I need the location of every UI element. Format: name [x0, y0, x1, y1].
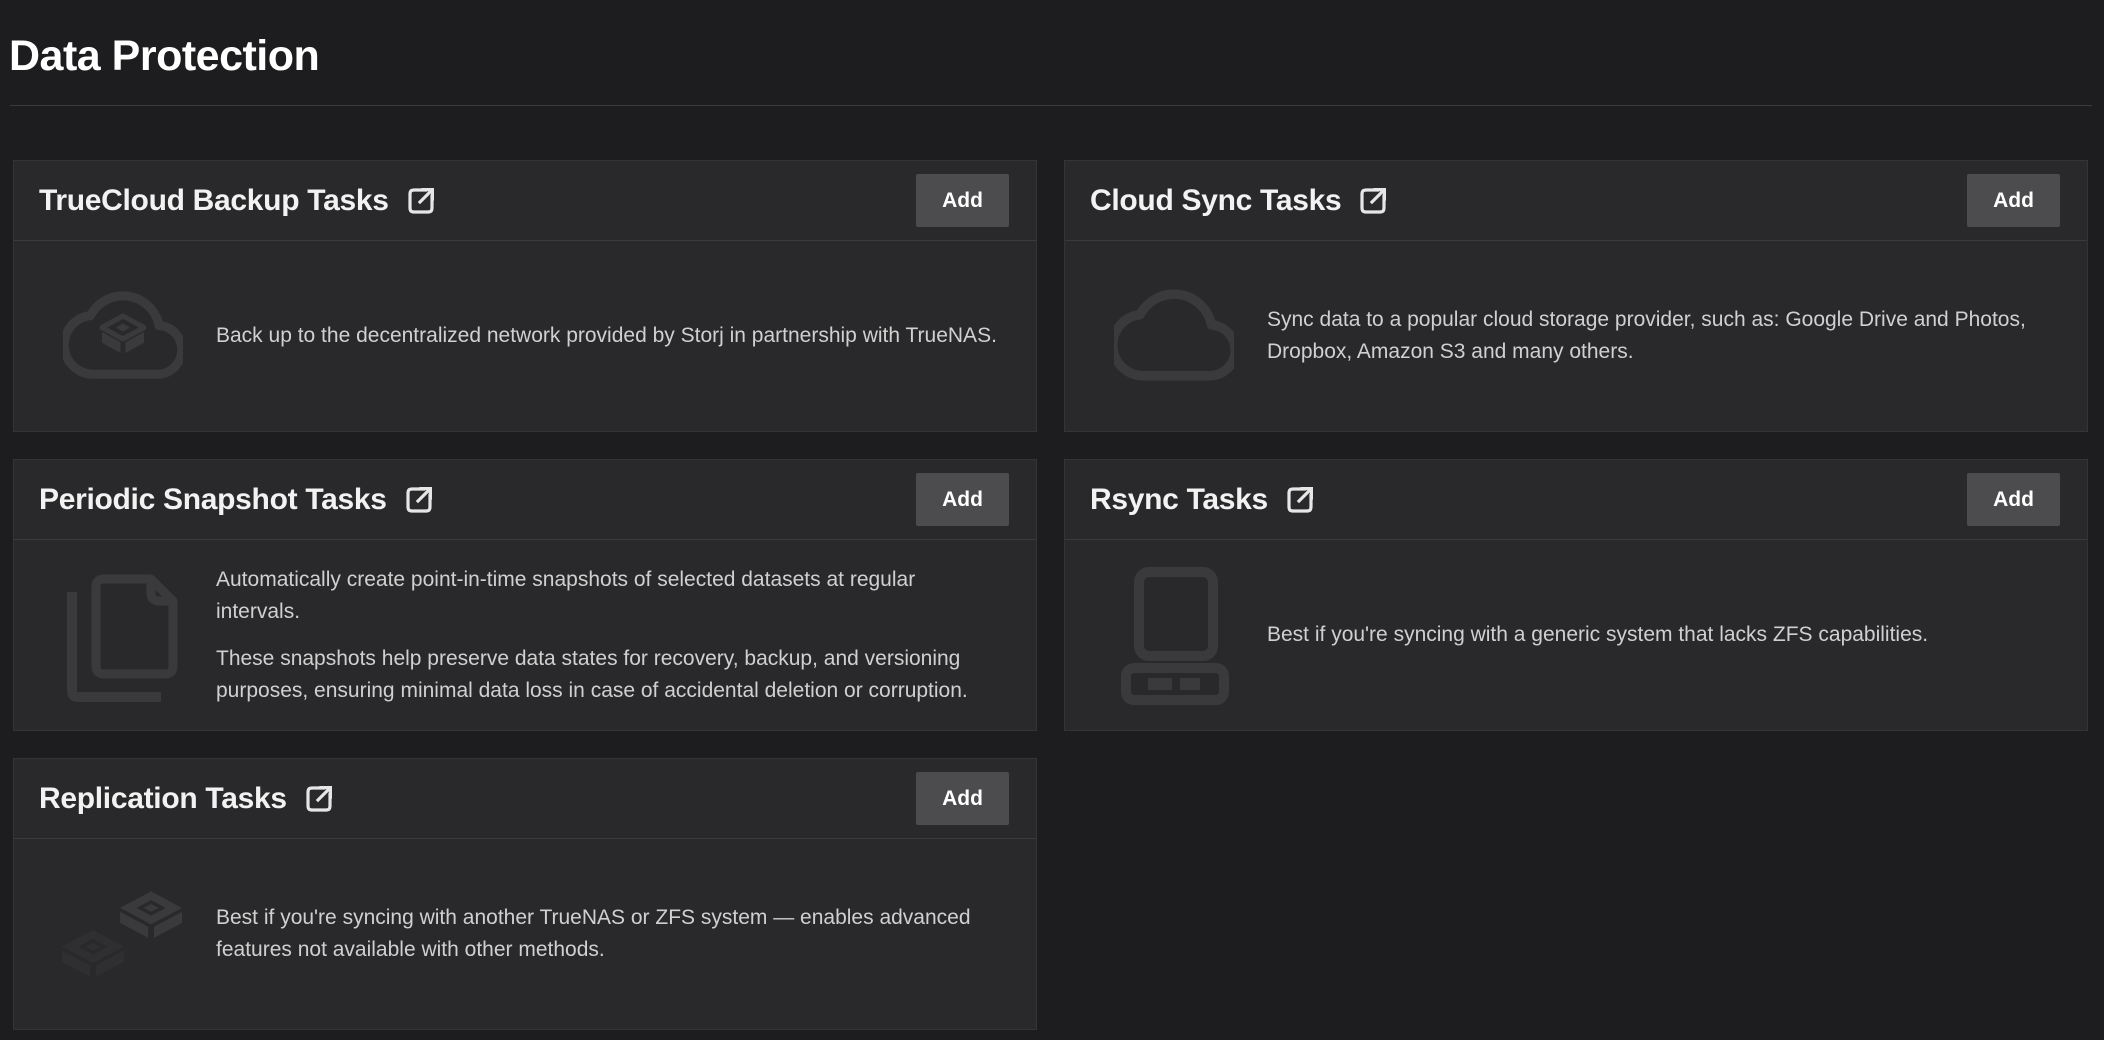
add-periodic-snapshot-button[interactable]: Add [916, 473, 1009, 526]
description-paragraph: Best if you're syncing with a generic sy… [1267, 619, 2051, 651]
card-header: Rsync Tasks Add [1065, 460, 2087, 540]
header-divider [10, 105, 2092, 106]
card-body: Automatically create point-in-time snaps… [14, 540, 1036, 730]
card-body: Sync data to a popular cloud storage pro… [1065, 241, 2087, 431]
card-title: Periodic Snapshot Tasks [39, 483, 387, 517]
card-replication-tasks: Replication Tasks Add [13, 758, 1037, 1030]
add-rsync-button[interactable]: Add [1967, 473, 2060, 526]
add-cloud-sync-button[interactable]: Add [1967, 174, 2060, 227]
replication-icon [62, 888, 184, 980]
external-link-icon[interactable] [1355, 183, 1391, 219]
card-title: Replication Tasks [39, 782, 287, 816]
card-description: Sync data to a popular cloud storage pro… [1267, 304, 2051, 368]
external-link-icon[interactable] [401, 482, 437, 518]
card-cloud-sync-tasks: Cloud Sync Tasks Add Sync data to a popu… [1064, 160, 2088, 432]
snapshots-icon [62, 566, 184, 704]
card-header: TrueCloud Backup Tasks Add [14, 161, 1036, 241]
description-paragraph: Best if you're syncing with another True… [216, 902, 1000, 966]
card-description: Automatically create point-in-time snaps… [216, 564, 1000, 707]
description-paragraph: These snapshots help preserve data state… [216, 643, 1000, 707]
card-periodic-snapshot-tasks: Periodic Snapshot Tasks Add Automatical [13, 459, 1037, 731]
computer-icon [1113, 565, 1235, 705]
storj-cloud-icon [62, 285, 184, 387]
card-description: Best if you're syncing with another True… [216, 902, 1000, 966]
card-description: Best if you're syncing with a generic sy… [1267, 619, 2051, 651]
card-description: Back up to the decentralized network pro… [216, 320, 1000, 352]
card-body: Best if you're syncing with a generic sy… [1065, 540, 2087, 730]
add-truecloud-backup-button[interactable]: Add [916, 174, 1009, 227]
cloud-icon [1113, 285, 1235, 387]
card-body: Best if you're syncing with another True… [14, 839, 1036, 1029]
card-header: Replication Tasks Add [14, 759, 1036, 839]
description-paragraph: Automatically create point-in-time snaps… [216, 564, 1000, 628]
card-truecloud-backup-tasks: TrueCloud Backup Tasks Add [13, 160, 1037, 432]
card-title: TrueCloud Backup Tasks [39, 184, 389, 218]
card-rsync-tasks: Rsync Tasks Add Best if you' [1064, 459, 2088, 731]
card-header: Periodic Snapshot Tasks Add [14, 460, 1036, 540]
description-paragraph: Back up to the decentralized network pro… [216, 320, 1000, 352]
description-paragraph: Sync data to a popular cloud storage pro… [1267, 304, 2051, 368]
card-title: Cloud Sync Tasks [1090, 184, 1341, 218]
card-header: Cloud Sync Tasks Add [1065, 161, 2087, 241]
external-link-icon[interactable] [1282, 482, 1318, 518]
cards-grid: TrueCloud Backup Tasks Add [13, 160, 2088, 1030]
external-link-icon[interactable] [403, 183, 439, 219]
card-body: Back up to the decentralized network pro… [14, 241, 1036, 431]
add-replication-button[interactable]: Add [916, 772, 1009, 825]
page-title: Data Protection [0, 0, 2104, 84]
card-title: Rsync Tasks [1090, 483, 1268, 517]
external-link-icon[interactable] [301, 781, 337, 817]
